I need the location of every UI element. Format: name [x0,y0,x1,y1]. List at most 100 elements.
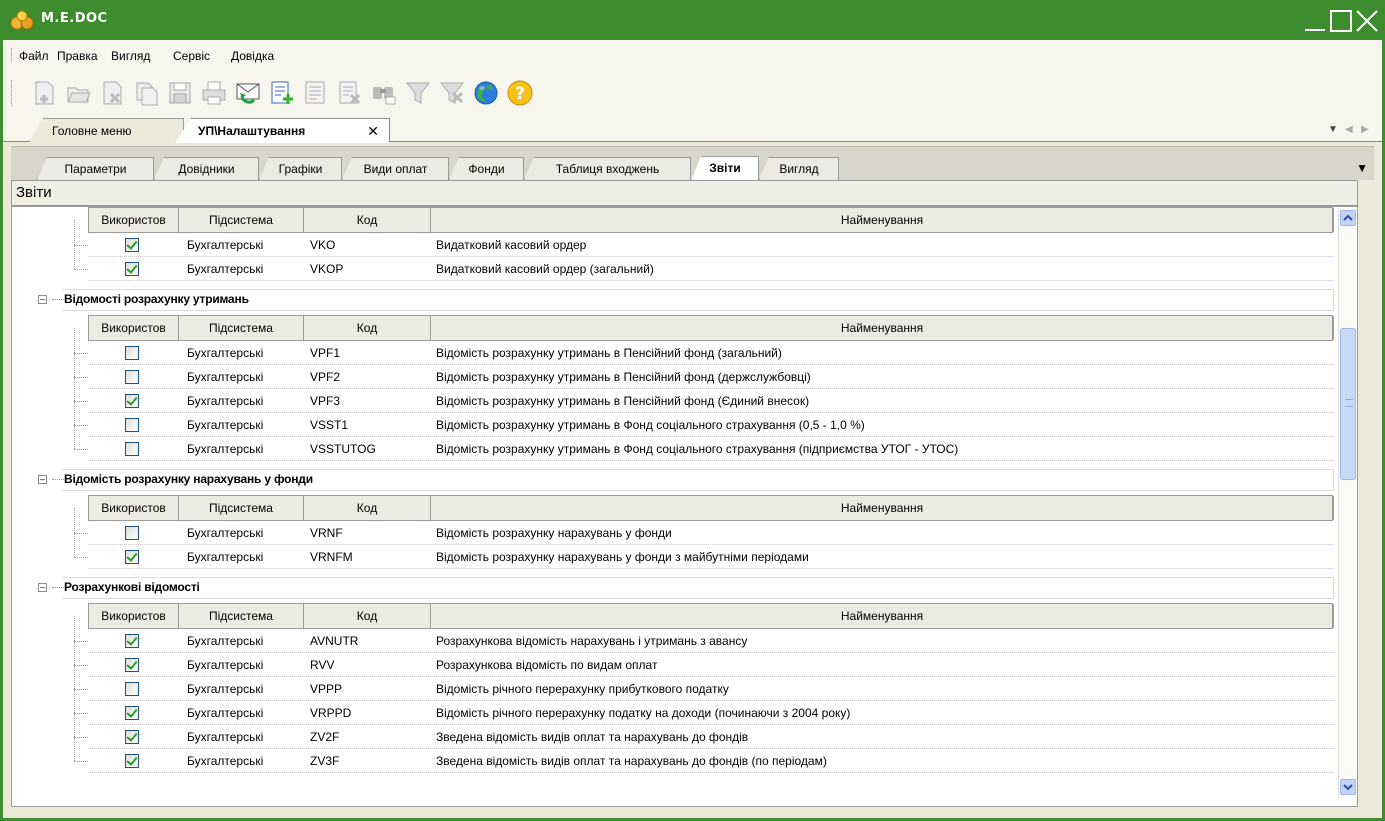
tab-appearance[interactable]: Вигляд [759,157,839,180]
refresh-mail-icon[interactable] [233,78,263,108]
table-row[interactable]: Бухгалтерські VRNFM Відомість розрахунку н… [88,545,1333,569]
menu-service[interactable]: Сервіс [173,49,210,63]
tab-settings[interactable]: УП\Налаштування ✕ [175,118,390,143]
used-checkbox[interactable] [125,370,139,384]
tab-close-icon[interactable]: ✕ [367,123,379,140]
table-row[interactable]: Бухгалтерські VPF2 Відомість розрахунку ут… [88,365,1333,389]
column-used-header[interactable]: Використов [89,208,179,232]
scroll-up-icon[interactable] [1340,210,1356,226]
column-code-header[interactable]: Код [304,496,431,520]
code-cell: ZV3F [310,754,340,768]
table-row[interactable]: Бухгалтерські ZV2F Зведена відомість видів… [88,725,1333,749]
table-row[interactable]: Бухгалтерські VRNF Відомість розрахунку на… [88,521,1333,545]
used-checkbox[interactable] [125,262,139,276]
used-checkbox[interactable] [125,682,139,696]
save-icon[interactable] [165,78,195,108]
tabs-next-icon[interactable]: ▶ [1361,124,1369,135]
sub-tabs-dropdown-icon[interactable]: ▼ [1356,161,1368,175]
tabs-dropdown-icon[interactable]: ▼ [1328,124,1338,135]
column-code-header[interactable]: Код [304,604,431,628]
table-row[interactable]: Бухгалтерські VPF1 Відомість розрахунку ут… [88,341,1333,365]
tab-schedules[interactable]: Графіки [259,157,342,180]
code-cell: VPF1 [310,346,341,360]
tab-parameters[interactable]: Параметри [37,157,154,180]
used-checkbox[interactable] [125,394,139,408]
column-subsystem-header[interactable]: Підсистема [179,604,304,628]
tab-reports[interactable]: Звіти [691,156,759,181]
table-row[interactable]: Бухгалтерські VSSTUTOG Відомість розрахунк… [88,437,1333,461]
menu-edit[interactable]: Правка [57,49,98,63]
column-name-header[interactable]: Найменування [431,316,1334,340]
table-row[interactable]: Бухгалтерські VPPP Відомість річного перер… [88,677,1333,701]
tab-directories[interactable]: Довідники [154,157,259,180]
column-used-header[interactable]: Використов [89,496,179,520]
used-checkbox[interactable] [125,634,139,648]
table-row[interactable]: Бухгалтерські VKO Видатковий касовий ордер [88,233,1333,257]
used-checkbox[interactable] [125,238,139,252]
main-window: M.E.DOC Файл Правка Вигляд Сервіс Довідк… [0,0,1385,821]
open-document-icon[interactable] [63,78,93,108]
remove-list-icon[interactable] [335,78,365,108]
menu-file[interactable]: Файл [19,49,49,63]
group-row[interactable]: – Відомості розрахунку утримань [12,289,1337,311]
close-icon[interactable] [1355,9,1379,33]
tree-connector [74,533,88,534]
used-checkbox[interactable] [125,754,139,768]
used-checkbox[interactable] [125,442,139,456]
globe-icon[interactable] [471,78,501,108]
table-row[interactable]: Бухгалтерські VRPPD Відомість річного пере… [88,701,1333,725]
title-bar: M.E.DOC [3,0,1382,40]
print-icon[interactable] [199,78,229,108]
column-name-header[interactable]: Найменування [431,496,1334,520]
table-row[interactable]: Бухгалтерські VPF3 Відомість розрахунку ут… [88,389,1333,413]
clear-filter-icon[interactable] [437,78,467,108]
maximize-icon[interactable] [1329,9,1353,33]
column-code-header[interactable]: Код [304,316,431,340]
table-row[interactable]: Бухгалтерські ZV3F Зведена відомість видів… [88,749,1333,773]
table-row[interactable]: Бухгалтерські AVNUTR Розрахункова відоміст… [88,629,1333,653]
column-subsystem-header[interactable]: Підсистема [179,316,304,340]
column-code-header[interactable]: Код [304,208,431,232]
filter-icon[interactable] [403,78,433,108]
column-name-header[interactable]: Найменування [431,208,1334,232]
scroll-thumb[interactable] [1340,328,1356,480]
used-checkbox[interactable] [125,346,139,360]
tab-entries-table[interactable]: Таблиця входжень [524,157,691,180]
vertical-scrollbar[interactable] [1338,208,1356,797]
column-subsystem-header[interactable]: Підсистема [179,208,304,232]
column-name-header[interactable]: Найменування [431,604,1334,628]
tab-main-menu-label: Головне меню [52,124,132,138]
add-list-icon[interactable] [267,78,297,108]
minimize-icon[interactable] [1303,9,1327,33]
help-icon[interactable]: ? [505,78,535,108]
menu-help[interactable]: Довідка [231,49,274,63]
column-subsystem-header[interactable]: Підсистема [179,496,304,520]
collapse-icon[interactable]: – [38,295,47,304]
table-row[interactable]: Бухгалтерські RVV Розрахункова відомість п… [88,653,1333,677]
column-used-header[interactable]: Використов [89,316,179,340]
column-used-header[interactable]: Використов [89,604,179,628]
list-icon[interactable] [301,78,331,108]
used-checkbox[interactable] [125,418,139,432]
group-row[interactable]: – Розрахункові відомості [12,577,1337,599]
new-document-icon[interactable] [29,78,59,108]
collapse-icon[interactable]: – [38,583,47,592]
used-checkbox[interactable] [125,526,139,540]
collapse-icon[interactable]: – [38,475,47,484]
tab-funds[interactable]: Фонди [449,157,524,180]
menu-view[interactable]: Вигляд [111,49,150,63]
used-checkbox[interactable] [125,550,139,564]
find-icon[interactable] [369,78,399,108]
scroll-down-icon[interactable] [1340,779,1356,795]
table-row[interactable]: Бухгалтерські VKOP Видатковий касовий орде… [88,257,1333,281]
delete-document-icon[interactable] [97,78,127,108]
used-checkbox[interactable] [125,730,139,744]
group-row[interactable]: – Відомість розрахунку нарахувань у фонди [12,469,1337,491]
copy-document-icon[interactable] [131,78,161,108]
table-row[interactable]: Бухгалтерські VSST1 Відомість розрахунку у… [88,413,1333,437]
used-checkbox[interactable] [125,658,139,672]
tab-payment-types[interactable]: Види оплат [342,157,449,180]
used-checkbox[interactable] [125,706,139,720]
tabs-prev-icon[interactable]: ◀ [1345,124,1353,135]
tab-main-menu[interactable]: Головне меню [29,118,184,142]
